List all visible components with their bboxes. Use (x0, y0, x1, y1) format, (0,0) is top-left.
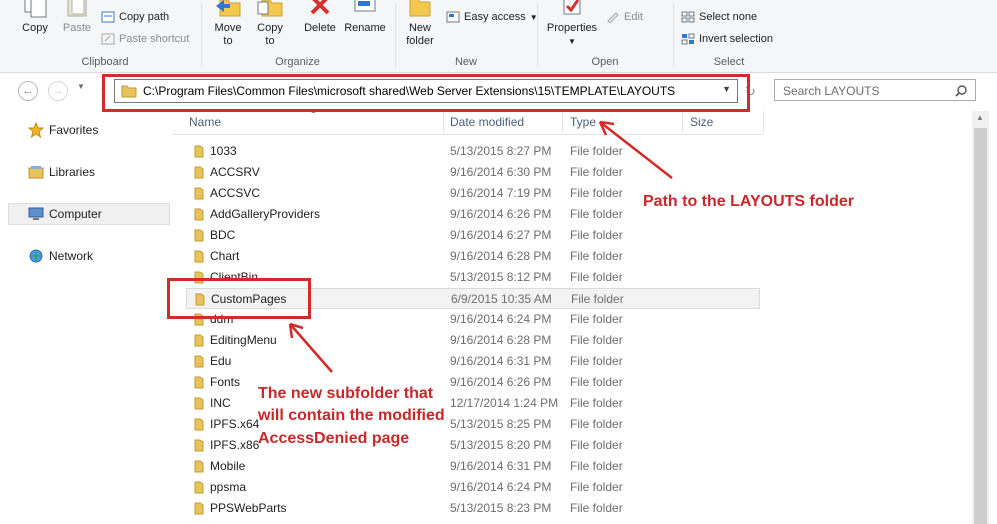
annotation-subfolder-line3: AccessDenied page (258, 430, 410, 447)
annotation-path-note: Path to the LAYOUTS folder (643, 193, 854, 210)
arrow-to-custompages (289, 323, 333, 373)
annotation-subfolder-line1: The new subfolder that (258, 385, 434, 402)
arrow-to-type-column (599, 121, 673, 179)
annotation-arrows (288, 120, 673, 373)
annotation-subfolder-line2: will contain the modified (258, 407, 445, 424)
